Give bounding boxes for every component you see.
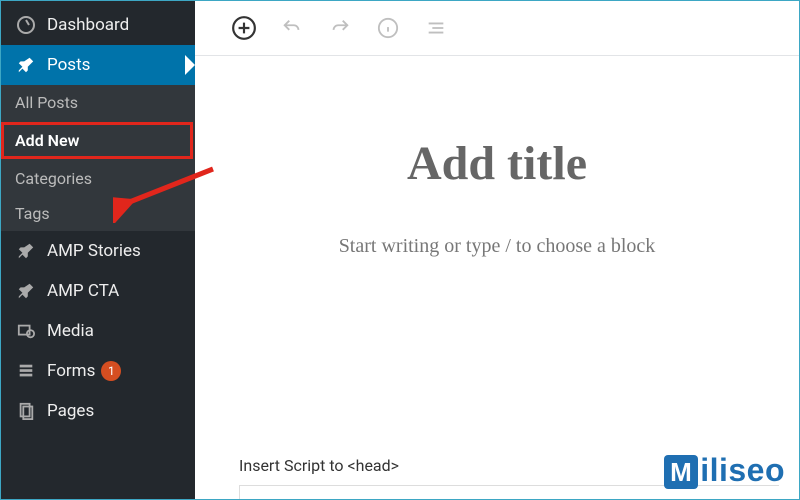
admin-sidebar: Dashboard Posts All Posts Add New Catego… bbox=[1, 1, 195, 499]
redo-button[interactable] bbox=[327, 15, 353, 41]
pin-icon bbox=[15, 56, 37, 74]
forms-icon bbox=[15, 362, 37, 380]
pages-icon bbox=[15, 402, 37, 420]
outline-button[interactable] bbox=[423, 15, 449, 41]
submenu-categories[interactable]: Categories bbox=[1, 161, 195, 196]
pin-icon bbox=[15, 242, 37, 260]
sidebar-label: Pages bbox=[47, 401, 94, 421]
submenu-tags[interactable]: Tags bbox=[1, 196, 195, 231]
watermark-text: iliseo bbox=[700, 452, 785, 488]
sidebar-label: AMP Stories bbox=[47, 241, 141, 261]
watermark: Miliseo bbox=[664, 452, 785, 490]
editor-toolbar bbox=[195, 1, 799, 56]
watermark-logo: M bbox=[664, 455, 698, 489]
submenu-add-new[interactable]: Add New bbox=[1, 122, 193, 159]
sidebar-label: Media bbox=[47, 321, 94, 341]
sidebar-item-pages[interactable]: Pages bbox=[1, 391, 195, 431]
sidebar-item-amp-stories[interactable]: AMP Stories bbox=[1, 231, 195, 271]
sidebar-item-dashboard[interactable]: Dashboard bbox=[1, 5, 195, 45]
media-icon bbox=[15, 322, 37, 340]
sidebar-item-amp-cta[interactable]: AMP CTA bbox=[1, 271, 195, 311]
pin-icon bbox=[15, 282, 37, 300]
block-editor[interactable]: Add title Start writing or type / to cho… bbox=[195, 56, 799, 456]
editor-main: Add title Start writing or type / to cho… bbox=[195, 1, 799, 499]
sidebar-label: Forms bbox=[47, 361, 95, 381]
sidebar-label: AMP CTA bbox=[47, 281, 119, 301]
forms-badge: 1 bbox=[101, 361, 121, 381]
posts-submenu: All Posts Add New Categories Tags bbox=[1, 85, 195, 231]
sidebar-label: Dashboard bbox=[47, 15, 129, 35]
sidebar-item-media[interactable]: Media bbox=[1, 311, 195, 351]
sidebar-item-forms[interactable]: Forms 1 bbox=[1, 351, 195, 391]
sidebar-label: Posts bbox=[47, 55, 90, 75]
post-body-input[interactable]: Start writing or type / to choose a bloc… bbox=[195, 235, 799, 258]
sidebar-item-posts[interactable]: Posts bbox=[1, 45, 195, 85]
info-button[interactable] bbox=[375, 15, 401, 41]
submenu-all-posts[interactable]: All Posts bbox=[1, 85, 195, 120]
undo-button[interactable] bbox=[279, 15, 305, 41]
dashboard-icon bbox=[15, 15, 37, 35]
add-block-button[interactable] bbox=[231, 15, 257, 41]
post-title-input[interactable]: Add title bbox=[195, 136, 799, 191]
